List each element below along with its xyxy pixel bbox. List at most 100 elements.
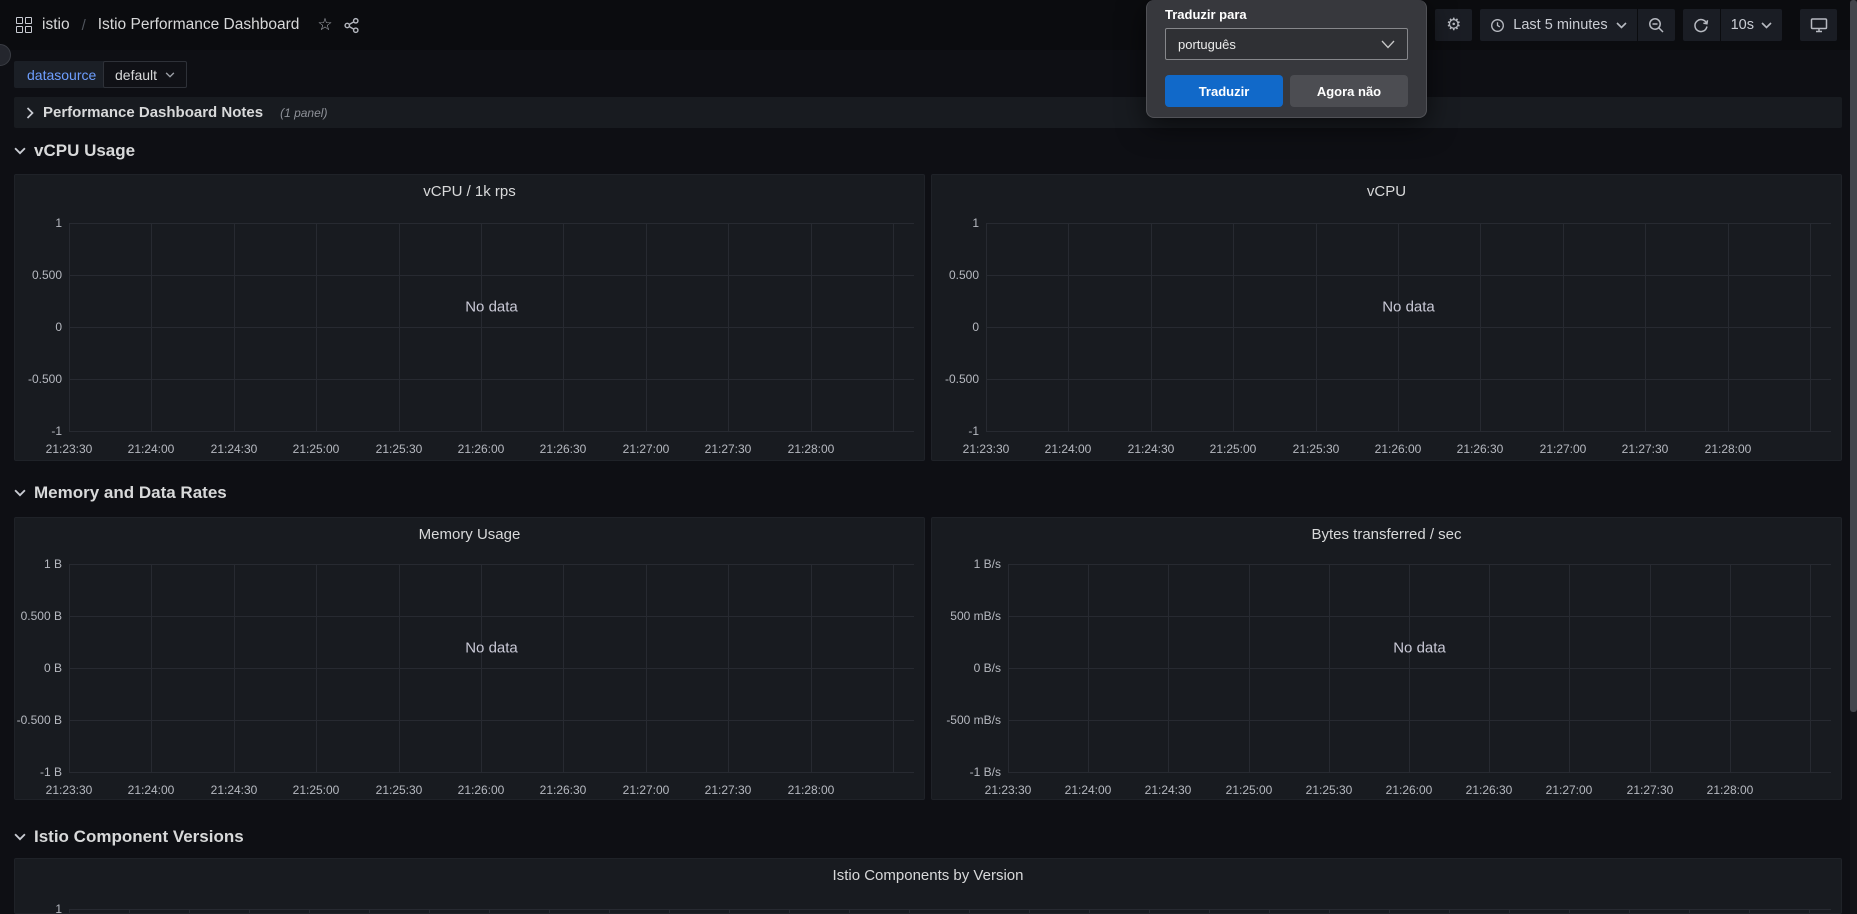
vertical-scrollbar[interactable]: [1850, 0, 1857, 914]
gridline-vertical: [234, 564, 235, 772]
gridline-vertical: [1088, 564, 1089, 772]
apps-grid-icon[interactable]: [16, 17, 32, 33]
x-axis-tick-label: 21:27:30: [704, 442, 752, 456]
gridline-vertical: [69, 909, 70, 913]
tv-mode-button[interactable]: [1800, 9, 1837, 41]
section-istio-component-versions[interactable]: Istio Component Versions: [14, 827, 244, 847]
gridline-vertical: [1809, 909, 1810, 913]
x-axis-tick-label: 21:26:30: [1456, 442, 1504, 456]
gridline-vertical: [646, 564, 647, 772]
panel-title[interactable]: Memory Usage: [15, 526, 924, 543]
gridline-vertical: [811, 564, 812, 772]
x-axis-tick-label: 21:23:30: [45, 783, 93, 797]
y-axis-tick-label: -500 mB/s: [946, 713, 1001, 727]
gridline-horizontal: [69, 564, 914, 565]
x-axis-tick-label: 21:26:30: [539, 783, 587, 797]
scrollbar-thumb[interactable]: [1850, 0, 1857, 712]
gridline-vertical: [399, 223, 400, 431]
x-axis-tick-label: 21:24:30: [210, 442, 258, 456]
section-memory-and-data-rates[interactable]: Memory and Data Rates: [14, 483, 227, 503]
x-axis-tick-label: 21:24:00: [127, 442, 175, 456]
x-axis-tick-label: 21:27:00: [1545, 783, 1593, 797]
x-axis-tick-label: 21:25:00: [292, 442, 340, 456]
section-vcpu-usage[interactable]: vCPU Usage: [14, 141, 135, 161]
gridline-vertical: [69, 564, 70, 772]
gridline-vertical: [1728, 223, 1729, 431]
chevron-down-icon: [14, 489, 26, 497]
translate-language-value: português: [1178, 36, 1236, 52]
y-axis-tick-label: 0: [55, 320, 62, 334]
gridline-horizontal: [69, 275, 914, 276]
gridline-horizontal: [69, 720, 914, 721]
panel-title[interactable]: Bytes transferred / sec: [932, 526, 1841, 543]
y-axis-tick-label: 1 B/s: [973, 557, 1001, 571]
x-axis-tick-label: 21:26:00: [457, 783, 505, 797]
gridline-vertical: [789, 909, 790, 913]
time-range-picker[interactable]: Last 5 minutes: [1480, 9, 1637, 41]
star-icon[interactable]: ☆: [317, 16, 332, 34]
clock-icon: [1491, 18, 1505, 32]
breadcrumb: istio / Istio Performance Dashboard ☆: [16, 0, 360, 50]
x-axis-tick-label: 21:28:00: [787, 442, 835, 456]
breadcrumb-folder[interactable]: istio: [42, 16, 70, 34]
panel-versions: Istio Components by Version 1: [14, 858, 1842, 914]
no-data-message: No data: [1393, 639, 1446, 657]
gridline-vertical: [69, 223, 70, 431]
y-axis-tick-label: 0.500: [31, 268, 62, 282]
y-axis-tick-label: 0 B/s: [973, 661, 1001, 675]
panel-title[interactable]: vCPU: [932, 183, 1841, 200]
gridline-vertical: [849, 909, 850, 913]
zoom-out-time-button[interactable]: [1637, 9, 1675, 41]
section-title: Istio Component Versions: [34, 827, 244, 846]
refresh-button[interactable]: [1682, 9, 1720, 41]
datasource-variable-value[interactable]: default: [103, 61, 188, 88]
x-axis-tick-label: 21:26:00: [1385, 783, 1433, 797]
plot-area: [69, 223, 914, 432]
panel-title[interactable]: vCPU / 1k rps: [15, 183, 924, 200]
datasource-variable-label[interactable]: datasource: [14, 61, 110, 88]
x-axis-tick-label: 21:24:30: [1144, 783, 1192, 797]
gridline-vertical: [728, 223, 729, 431]
translate-accept-button[interactable]: Traduzir: [1165, 75, 1283, 107]
gridline-vertical: [1168, 564, 1169, 772]
gridline-vertical: [481, 223, 482, 431]
section-title: vCPU Usage: [34, 141, 136, 160]
gridline-vertical: [909, 909, 910, 913]
gridline-vertical: [1480, 223, 1481, 431]
gridline-vertical: [309, 909, 310, 913]
gridline-vertical: [563, 564, 564, 772]
gridline-horizontal: [986, 327, 1831, 328]
y-axis-tick-label: -0.500 B: [16, 713, 62, 727]
y-axis-tick-label: -0.500: [944, 372, 979, 386]
row-performance-dashboard-notes[interactable]: Performance Dashboard Notes (1 panel): [14, 97, 1842, 128]
dashboard-settings-button[interactable]: ⚙: [1435, 9, 1473, 41]
row-panel-count: (1 panel): [280, 105, 328, 120]
share-icon[interactable]: [343, 17, 360, 34]
chevron-down-icon: [1761, 21, 1772, 29]
datasource-value-text: default: [115, 66, 158, 83]
refresh-group: 10s: [1682, 9, 1782, 41]
x-axis-tick-label: 21:24:00: [1064, 783, 1112, 797]
gridline-vertical: [549, 909, 550, 913]
gridline-vertical: [369, 909, 370, 913]
translate-language-select[interactable]: português: [1165, 28, 1408, 60]
row-title: Performance Dashboard Notes: [43, 104, 264, 121]
refresh-interval-picker[interactable]: 10s: [1720, 9, 1782, 41]
panel-title[interactable]: Istio Components by Version: [15, 867, 1841, 884]
translate-popup: Traduzir para português Traduzir Agora n…: [1146, 0, 1427, 118]
gridline-horizontal: [1008, 616, 1831, 617]
gridline-vertical: [489, 909, 490, 913]
gridline-vertical: [1449, 909, 1450, 913]
gridline-horizontal: [69, 431, 914, 432]
gridline-vertical: [151, 223, 152, 431]
x-axis-tick-label: 21:23:30: [45, 442, 93, 456]
x-axis-tick-label: 21:28:00: [787, 783, 835, 797]
gridline-vertical: [969, 909, 970, 913]
x-axis-tick-label: 21:25:30: [1292, 442, 1340, 456]
translate-dismiss-button[interactable]: Agora não: [1290, 75, 1408, 107]
gridline-vertical: [563, 223, 564, 431]
x-axis-tick-label: 21:27:00: [1539, 442, 1587, 456]
x-axis-tick-label: 21:27:30: [1621, 442, 1669, 456]
breadcrumb-dashboard-title[interactable]: Istio Performance Dashboard: [98, 16, 300, 34]
x-axis-tick-label: 21:27:30: [1626, 783, 1674, 797]
